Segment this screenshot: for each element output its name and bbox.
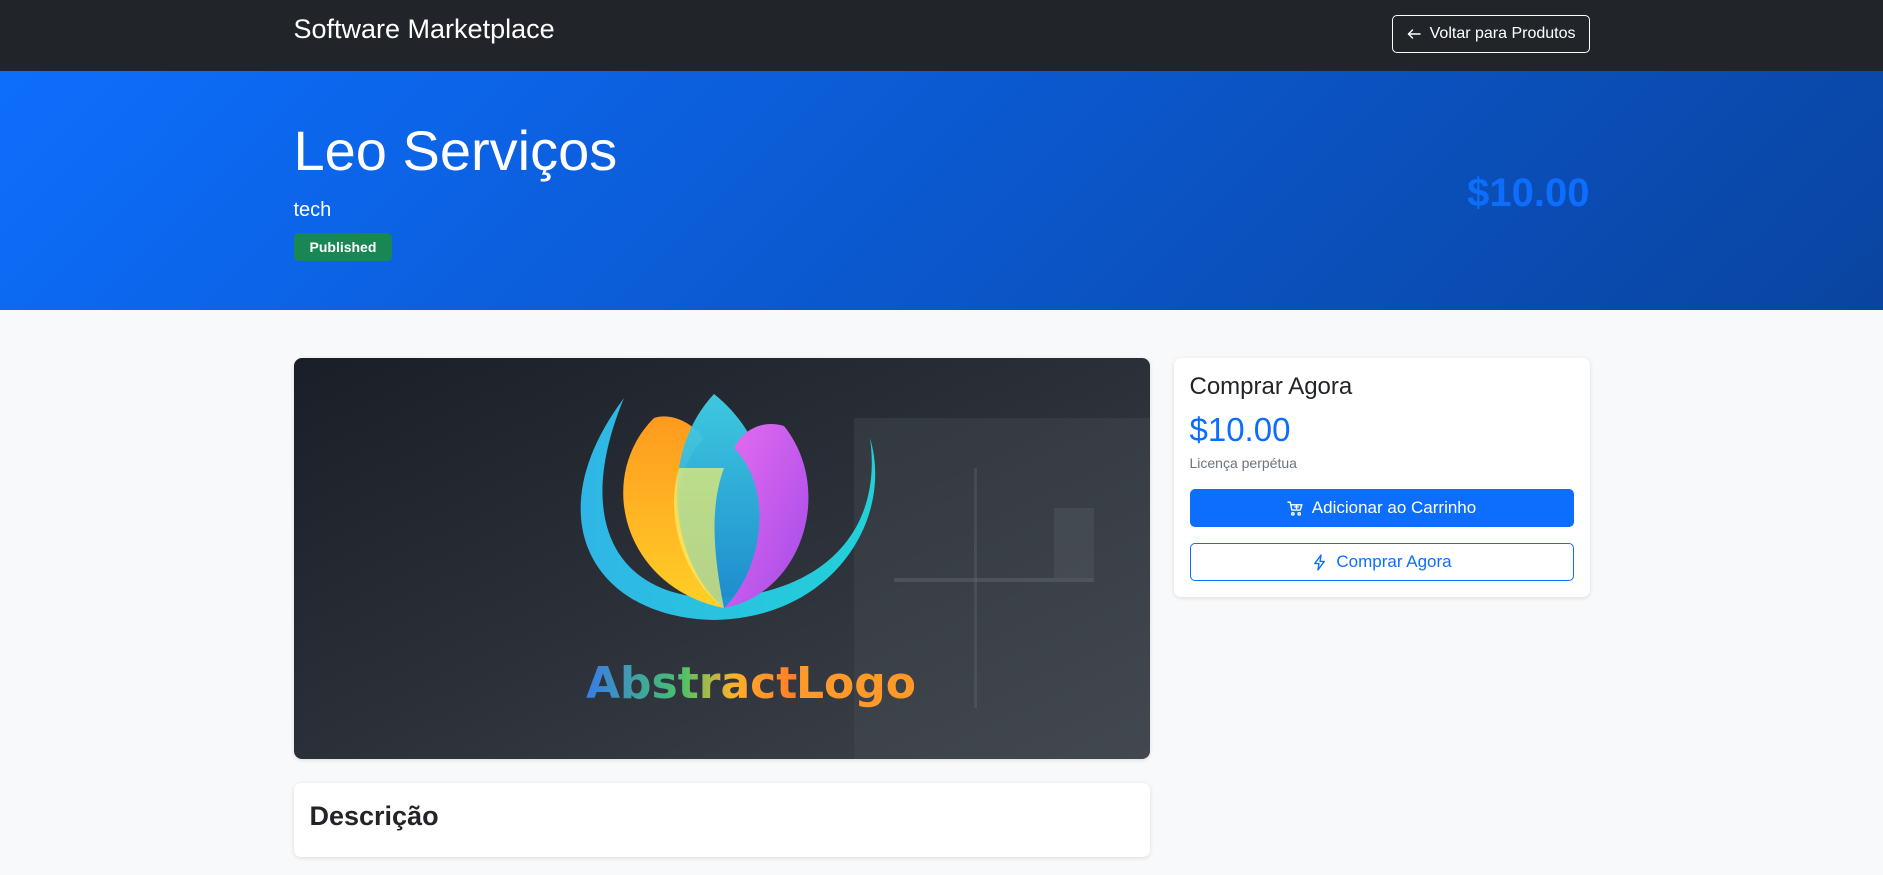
license-type: Licença perpétua [1189, 455, 1297, 471]
purchase-card: Comprar Agora $10.00 Licença perpétua Ad… [1173, 358, 1590, 597]
add-to-cart-button[interactable]: Adicionar ao Carrinho [1189, 489, 1574, 527]
arrow-left-icon [1407, 29, 1421, 39]
purchase-price: $10.00 [1189, 411, 1291, 448]
product-category: tech [293, 199, 332, 221]
brand-title[interactable]: Software Marketplace [294, 12, 555, 46]
product-image: Abstract Logo [293, 358, 1150, 759]
back-button-label: Voltar para Produtos [1429, 25, 1576, 42]
buy-now-button[interactable]: Comprar Agora [1189, 543, 1574, 581]
purchase-title: Comprar Agora [1189, 373, 1353, 400]
hero-price: $10.00 [1467, 171, 1590, 215]
description-card: Descrição [293, 783, 1150, 857]
product-title: Leo Serviços [293, 119, 618, 182]
back-to-products-button[interactable]: Voltar para Produtos [1391, 15, 1590, 53]
status-badge: Published [293, 233, 393, 261]
abstract-logo-image: Abstract Logo [293, 358, 1150, 759]
lightning-icon [1314, 553, 1326, 571]
description-title: Descrição [309, 801, 439, 831]
main-content: Abstract Logo Comprar Agora $10.00 Licen… [0, 310, 1883, 875]
top-navbar: Software Marketplace Voltar para Produto… [0, 0, 1883, 71]
add-to-cart-label: Adicionar ao Carrinho [1311, 498, 1477, 517]
product-hero: Leo Serviços tech Published $10.00 [0, 71, 1883, 310]
cart-icon [1287, 500, 1303, 516]
logo-text-logo: Logo [796, 658, 916, 709]
buy-now-label: Comprar Agora [1336, 552, 1452, 571]
logo-text-abstract: Abstract [586, 658, 797, 709]
